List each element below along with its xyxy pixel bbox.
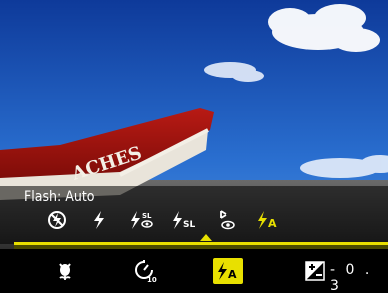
flash-auto-option[interactable]: A xyxy=(254,207,284,233)
svg-text:SL: SL xyxy=(142,212,152,220)
svg-text:A: A xyxy=(268,217,277,230)
exposure-value: - 0 . 3 xyxy=(330,262,373,293)
svg-text:A: A xyxy=(228,268,237,281)
flash-mode-button[interactable]: A xyxy=(213,258,243,284)
svg-text:10: 10 xyxy=(147,276,157,283)
exposure-compensation-button[interactable] xyxy=(302,249,328,293)
flash-off-icon xyxy=(48,211,66,229)
flash-mode-options: SL SL A xyxy=(0,207,388,233)
flash-auto-icon: A xyxy=(218,262,237,281)
red-eye-reduction-option[interactable] xyxy=(212,207,242,233)
macro-button[interactable] xyxy=(48,249,82,293)
slow-sync-red-eye-icon: SL xyxy=(131,211,153,229)
flash-mode-title: Flash: Auto xyxy=(24,189,95,205)
red-eye-reduction-icon xyxy=(220,210,235,230)
self-timer-button[interactable]: 10 xyxy=(128,249,162,293)
flash-on-option[interactable] xyxy=(84,207,114,233)
slow-sync-icon: SL xyxy=(173,211,195,230)
flash-on-icon xyxy=(94,211,104,229)
exposure-compensation-icon xyxy=(305,261,325,281)
slow-sync-red-eye-option[interactable]: SL xyxy=(128,207,158,233)
camera-screen: ACHES Flash: Auto SL SL A 10 A - 0 . 3 xyxy=(0,0,388,293)
svg-text:SL: SL xyxy=(183,220,195,230)
flash-auto-icon: A xyxy=(258,211,277,230)
slow-sync-option[interactable]: SL xyxy=(170,207,200,233)
flash-off-option[interactable] xyxy=(42,207,72,233)
self-timer-icon: 10 xyxy=(135,260,157,283)
selection-pointer-icon xyxy=(200,234,212,241)
macro-icon xyxy=(59,263,71,280)
